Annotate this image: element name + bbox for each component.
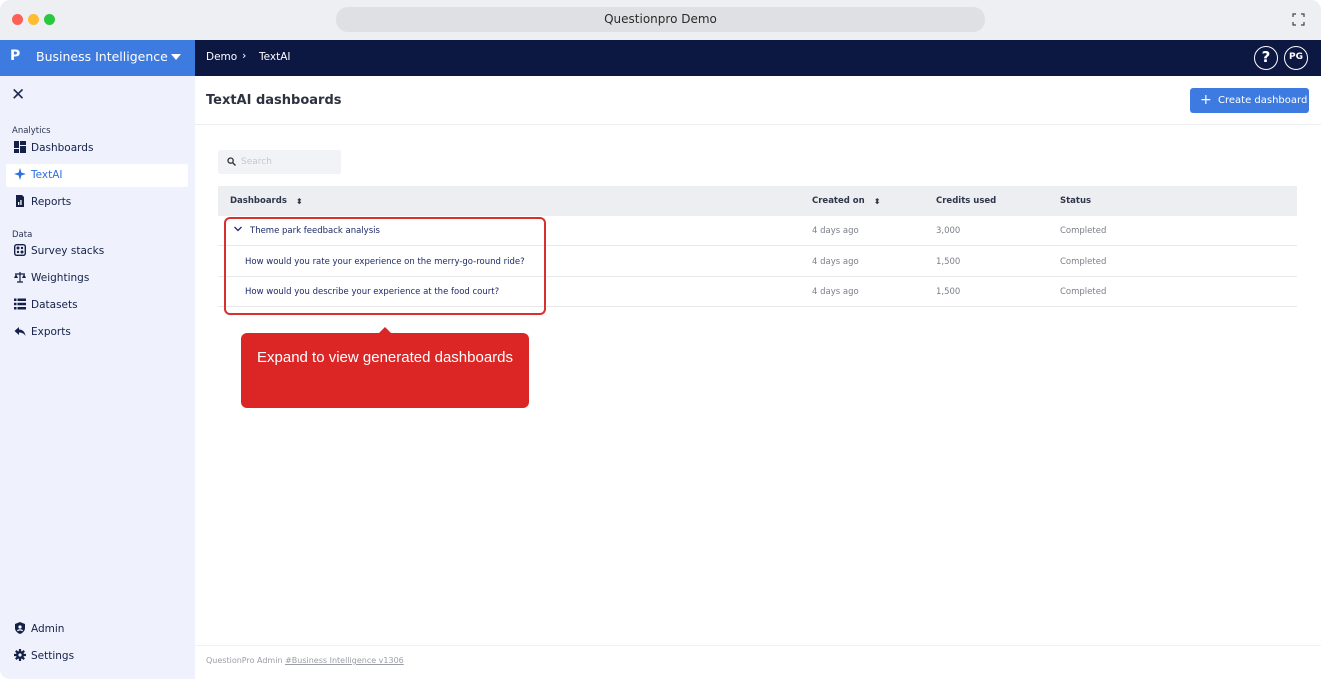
tooltip-text: Expand to view generated dashboards (257, 349, 514, 366)
list-icon (14, 298, 26, 310)
sidebar-item-label: Reports (31, 196, 72, 208)
sidebar-item-label: Survey stacks (31, 245, 105, 257)
column-header-created-on[interactable]: Created on ⬍ (812, 196, 880, 206)
credits-used: 3,000 (936, 226, 961, 236)
gear-icon (14, 649, 26, 661)
top-navbar: Demo › TextAI ? PG (195, 40, 1321, 76)
fullscreen-icon[interactable] (1292, 13, 1305, 26)
section-label-analytics: Analytics (12, 126, 51, 136)
sidebar-item-label: Admin (31, 623, 65, 635)
user-avatar[interactable]: PG (1284, 46, 1308, 70)
column-header-status: Status (1060, 196, 1092, 206)
search-box[interactable] (218, 150, 341, 174)
zoom-window-button[interactable] (44, 14, 55, 25)
help-button[interactable]: ? (1254, 46, 1278, 70)
sidebar-item-survey-stacks[interactable]: Survey stacks (6, 240, 188, 263)
main-content: TextAI dashboards + Create dashboard Das… (195, 76, 1321, 679)
breadcrumb-textai[interactable]: TextAI (259, 51, 291, 63)
footer-divider (195, 645, 1321, 646)
sort-icon[interactable]: ⬍ (874, 197, 881, 206)
column-header-credits-used: Credits used (936, 196, 997, 206)
sidebar-item-reports[interactable]: Reports (6, 191, 188, 214)
highlight-box (224, 217, 546, 315)
report-icon (16, 195, 24, 207)
footer-text: QuestionPro Admin (206, 656, 283, 665)
title-bar: Questionpro Demo (0, 0, 1321, 40)
product-switcher[interactable]: P Business Intelligence (0, 40, 195, 76)
sidebar-item-exports[interactable]: Exports (6, 321, 188, 344)
created-on: 4 days ago (812, 226, 859, 236)
credits-used: 1,500 (936, 287, 961, 297)
create-dashboard-label: Create dashboard (1218, 95, 1308, 106)
header-divider (195, 124, 1321, 125)
column-label: Created on (812, 196, 865, 206)
survey-stacks-icon (14, 244, 26, 256)
share-icon (14, 327, 26, 336)
sidebar-item-label: Settings (31, 650, 75, 662)
search-input[interactable] (241, 154, 336, 170)
sidebar-item-textai[interactable]: TextAI (6, 164, 188, 187)
status: Completed (1060, 257, 1107, 267)
status: Completed (1060, 226, 1107, 236)
app-window: Questionpro Demo P Business Intelligence… (0, 0, 1321, 679)
sidebar-item-label: Dashboards (31, 142, 94, 154)
sidebar-item-admin[interactable]: Admin (6, 618, 188, 641)
page-title: TextAI dashboards (206, 93, 342, 108)
sidebar-item-label: Datasets (31, 299, 78, 311)
created-on: 4 days ago (812, 287, 859, 297)
sparkle-icon (14, 168, 26, 180)
plus-icon: + (1200, 92, 1212, 108)
sidebar-item-weightings[interactable]: Weightings (6, 267, 188, 290)
sidebar-item-datasets[interactable]: Datasets (6, 294, 188, 317)
breadcrumb-demo[interactable]: Demo (206, 51, 237, 63)
minimize-window-button[interactable] (28, 14, 39, 25)
footer: QuestionPro Admin #Business Intelligence… (206, 656, 404, 665)
sort-icon[interactable]: ⬍ (296, 197, 303, 206)
column-header-dashboards[interactable]: Dashboards ⬍ (230, 196, 303, 206)
close-sidebar-icon[interactable]: ✕ (11, 85, 25, 105)
dashboard-icon (14, 141, 26, 153)
sidebar-item-dashboards[interactable]: Dashboards (6, 137, 188, 160)
table-header: Dashboards ⬍ Created on ⬍ Credits used Sta… (218, 186, 1297, 216)
sidebar-item-settings[interactable]: Settings (6, 645, 188, 668)
credits-used: 1,500 (936, 257, 961, 267)
guide-tooltip: Expand to view generated dashboards (241, 333, 529, 408)
sidebar-item-label: Exports (31, 326, 71, 338)
caret-down-icon (171, 54, 181, 60)
shield-icon (15, 622, 25, 634)
version-link[interactable]: #Business Intelligence v1306 (285, 656, 404, 665)
status: Completed (1060, 287, 1107, 297)
sidebar-item-label: Weightings (31, 272, 90, 284)
brand-logo: P (10, 48, 21, 64)
created-on: 4 days ago (812, 257, 859, 267)
window-title[interactable]: Questionpro Demo (336, 7, 985, 32)
column-label: Dashboards (230, 196, 287, 206)
chevron-right-icon: › (242, 49, 247, 62)
sidebar: ✕ Analytics Dashboards TextAI Reports Da… (0, 76, 195, 679)
search-icon (227, 157, 236, 166)
close-window-button[interactable] (12, 14, 23, 25)
create-dashboard-button[interactable]: + Create dashboard (1190, 88, 1309, 113)
section-label-data: Data (12, 230, 33, 240)
product-name: Business Intelligence (36, 49, 168, 64)
scale-icon (14, 272, 26, 283)
sidebar-item-label: TextAI (31, 169, 63, 181)
